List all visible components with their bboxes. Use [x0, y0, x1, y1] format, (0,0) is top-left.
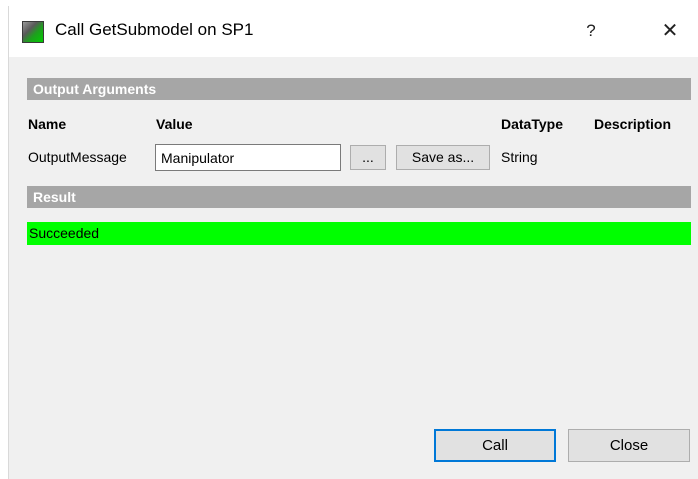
close-button[interactable]: Close	[568, 429, 690, 462]
output-arguments-header: Output Arguments	[27, 78, 691, 100]
column-header-description: Description	[594, 116, 672, 132]
help-button[interactable]: ?	[575, 16, 607, 46]
argument-datatype: String	[501, 149, 538, 165]
column-header-name: Name	[28, 116, 67, 132]
result-status-bar: Succeeded	[27, 222, 691, 245]
call-button[interactable]: Call	[434, 429, 556, 462]
title-bar: Call GetSubmodel on SP1 ? ✕	[9, 6, 698, 57]
output-message-value-input[interactable]	[155, 144, 341, 171]
app-icon	[22, 21, 44, 43]
window-title: Call GetSubmodel on SP1	[55, 20, 254, 39]
browse-button[interactable]: ...	[350, 145, 386, 170]
column-header-datatype: DataType	[501, 116, 563, 132]
argument-name: OutputMessage	[28, 149, 127, 165]
result-header: Result	[27, 186, 691, 208]
dialog-window: Call GetSubmodel on SP1 ? ✕ Output Argum…	[8, 6, 698, 479]
window-close-icon[interactable]: ✕	[654, 16, 686, 46]
save-as-button[interactable]: Save as...	[396, 145, 490, 170]
column-header-value: Value	[156, 116, 193, 132]
